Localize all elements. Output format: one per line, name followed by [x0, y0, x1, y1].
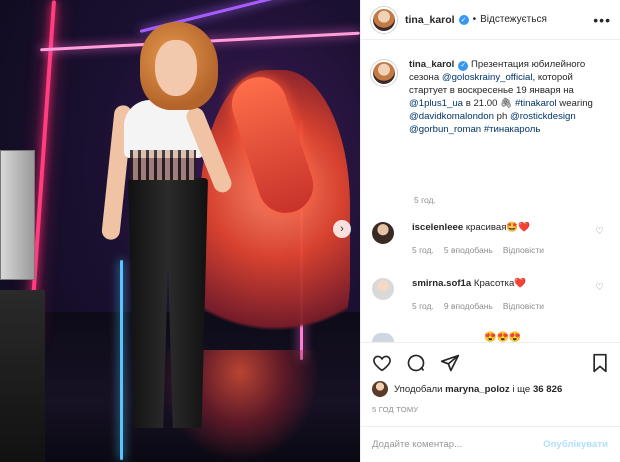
- avatar[interactable]: [371, 60, 397, 86]
- caption-segment: в 21.00 🖇: [465, 98, 513, 109]
- mention-link[interactable]: @davidkomalondon: [409, 111, 494, 122]
- caption-time: 5 год.: [414, 195, 436, 205]
- comment-meta: 5 год. 5 вподобань Відповісти: [412, 245, 544, 255]
- comment-icon[interactable]: [406, 353, 426, 373]
- stage-speaker: [0, 290, 45, 462]
- caption-text: tina_karol ✓ Презентация юбилейного сезон…: [409, 58, 604, 136]
- heart-icon[interactable]: ♡: [595, 282, 604, 293]
- avatar[interactable]: [371, 6, 397, 33]
- person-corset: [130, 150, 196, 180]
- mention-link[interactable]: @rostickdesign: [510, 111, 576, 122]
- comment-item: smirna.sof1a Красотка❤️ 5 год. 9 вподоба…: [372, 278, 612, 311]
- stage-case: [0, 150, 35, 280]
- comment-text: красивая🤩❤️: [465, 222, 531, 233]
- caption-username[interactable]: tina_karol: [409, 59, 454, 70]
- reply-button[interactable]: Відповісти: [503, 301, 544, 311]
- comment-line: smirna.sof1a Красотка❤️: [412, 278, 544, 289]
- share-icon[interactable]: [440, 353, 460, 373]
- heart-icon[interactable]: ♡: [595, 226, 604, 237]
- likes-prefix: Уподобали: [394, 383, 443, 395]
- comment-time[interactable]: 5 год.: [412, 245, 434, 255]
- comment-body: iscelenleee красивая🤩❤️ 5 год. 5 вподоба…: [412, 222, 544, 255]
- avatar[interactable]: [372, 333, 394, 342]
- reply-button[interactable]: Відповісти: [503, 245, 544, 255]
- hashtag-link[interactable]: #тинакароль: [484, 124, 541, 135]
- post-comment-button[interactable]: Опублікувати: [543, 439, 608, 450]
- avatar[interactable]: [372, 381, 388, 397]
- mention-link[interactable]: @goloskrainy_official: [442, 72, 533, 83]
- mention-link[interactable]: @gorbun_roman: [409, 124, 481, 135]
- comment-line: iscelenleee красивая🤩❤️: [412, 222, 544, 233]
- comment-username[interactable]: iscelenleee: [412, 222, 463, 233]
- more-icon[interactable]: •••: [593, 12, 611, 28]
- post-time-ago[interactable]: 5 ГОД ТОМУ: [372, 405, 418, 414]
- avatar[interactable]: [372, 222, 394, 244]
- heart-icon[interactable]: [372, 354, 392, 372]
- verified-icon: ✓: [458, 60, 469, 71]
- likes-summary: Уподобали maryna_poloz і ще 36 826: [372, 381, 562, 397]
- post-photo[interactable]: ›: [0, 0, 360, 462]
- verified-icon: ✓: [458, 14, 469, 25]
- neon-line: [120, 260, 123, 460]
- post-caption: tina_karol ✓ Презентация юбилейного сезон…: [371, 58, 616, 136]
- separator-dot: •: [472, 14, 477, 25]
- follow-status-button[interactable]: Відстежується: [480, 14, 547, 25]
- header-username[interactable]: tina_karol: [405, 14, 455, 26]
- bookmark-icon[interactable]: [592, 353, 608, 373]
- comment-likes[interactable]: 9 вподобань: [444, 301, 493, 311]
- person-face: [155, 40, 197, 96]
- comment-input[interactable]: [372, 439, 544, 450]
- comment-item: iscelenleee красивая🤩❤️ 5 год. 5 вподоба…: [372, 222, 612, 255]
- hashtag-link[interactable]: #tinakarol: [515, 98, 557, 109]
- comment-username[interactable]: smirna.sof1a: [412, 278, 471, 289]
- chevron-right-icon[interactable]: ›: [333, 220, 351, 238]
- comment-likes[interactable]: 5 вподобань: [444, 245, 493, 255]
- likes-user-link[interactable]: maryna_poloz: [445, 384, 510, 395]
- comment-text: Красотка❤️: [473, 278, 527, 289]
- mention-link[interactable]: @1plus1_ua: [409, 98, 463, 109]
- post-actions: [360, 342, 620, 382]
- caption-segment: ph: [496, 111, 508, 122]
- caption-segment: wearing: [559, 98, 593, 109]
- add-comment-bar: Опублікувати: [360, 426, 620, 462]
- likes-middle: і ще: [512, 383, 531, 395]
- comment-time[interactable]: 5 год.: [412, 301, 434, 311]
- comment-body: smirna.sof1a Красотка❤️ 5 год. 9 вподоба…: [412, 278, 544, 311]
- post-header: tina_karol ✓ • Відстежується •••: [361, 0, 620, 40]
- avatar[interactable]: [372, 278, 394, 300]
- likes-count-link[interactable]: 36 826: [533, 384, 562, 395]
- comment-meta: 5 год. 9 вподобань Відповісти: [412, 301, 544, 311]
